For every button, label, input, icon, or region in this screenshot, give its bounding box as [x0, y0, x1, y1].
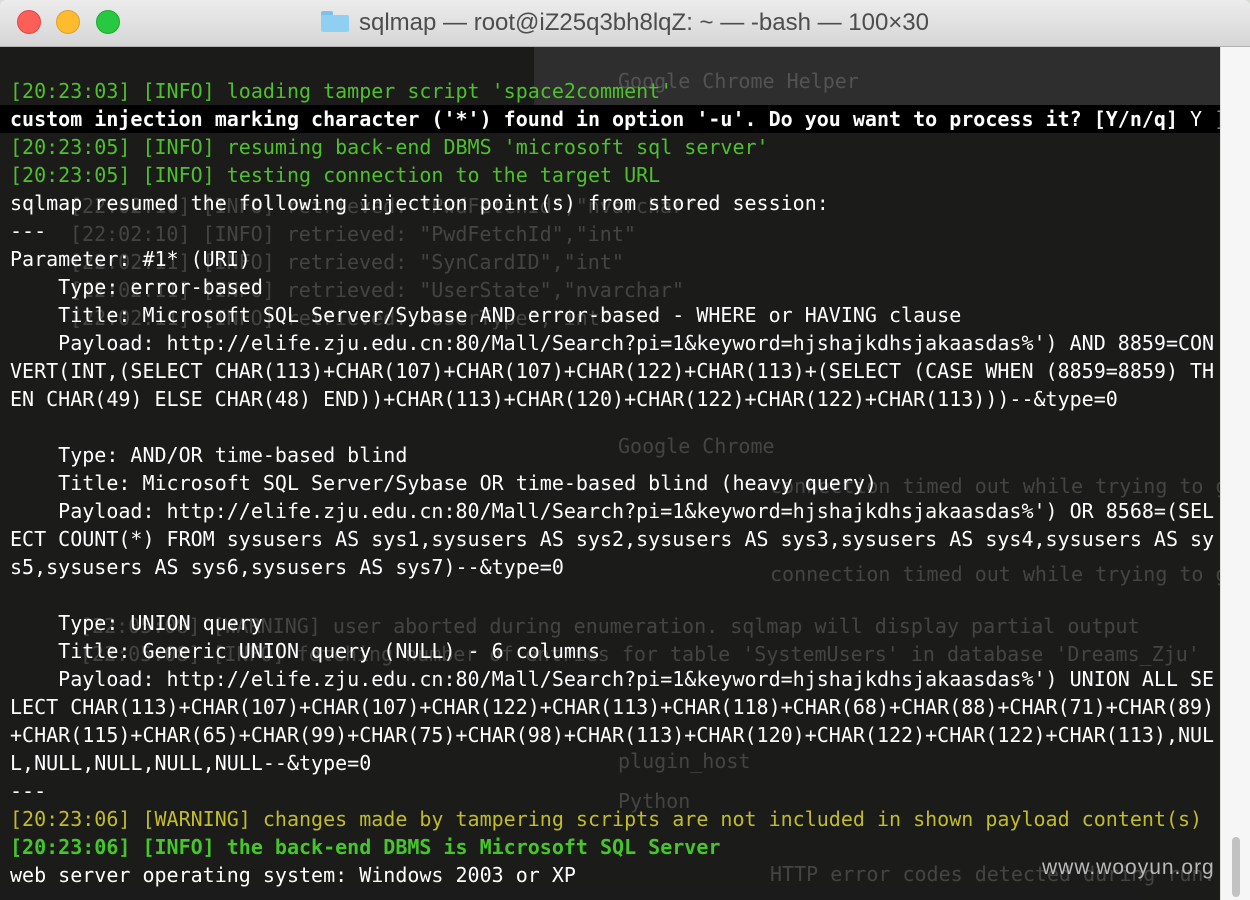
output-line-text: Title: Microsoft SQL Server/Sybase OR ti…: [10, 471, 877, 495]
terminal-window: sqlmap — root@iZ25q3bh8lqZ: ~ — -bash — …: [0, 0, 1250, 900]
output-line-text: [20:23:06] [WARNING] changes made by tam…: [10, 807, 1203, 831]
output-line-text: ECT COUNT(*) FROM sysusers AS sys1,sysus…: [10, 527, 1215, 551]
output-line: +CHAR(115)+CHAR(65)+CHAR(99)+CHAR(75)+CH…: [10, 721, 1220, 749]
output-line: Title: Microsoft SQL Server/Sybase AND e…: [10, 301, 1220, 329]
output-line: Type: UNION query: [10, 609, 1220, 637]
scrollbar-thumb[interactable]: [1232, 837, 1240, 897]
output-line-text: Parameter: #1* (URI): [10, 247, 251, 271]
cursor-bracket-icon: ]: [1202, 107, 1220, 131]
output-line-text: [20:23:05] [INFO] resuming back-end DBMS…: [10, 135, 769, 159]
output-line-text: ---: [10, 219, 47, 243]
output-line-text: s5,sysusers AS sys6,sysusers AS sys7)--&…: [10, 555, 564, 579]
output-line: L,NULL,NULL,NULL,NULL--&type=0: [10, 749, 1220, 777]
output-line: Title: Generic UNION query (NULL) - 6 co…: [10, 637, 1220, 665]
output-line-text: [20:23:03] [INFO] loading tamper script …: [10, 79, 673, 103]
output-line: VERT(INT,(SELECT CHAR(113)+CHAR(107)+CHA…: [10, 357, 1220, 385]
output-line-text: EN CHAR(49) ELSE CHAR(48) END))+CHAR(113…: [10, 387, 1118, 411]
output-line: EN CHAR(49) ELSE CHAR(48) END))+CHAR(113…: [10, 385, 1220, 413]
scrollbar-track[interactable]: [1220, 47, 1250, 900]
output-line-text: Title: Microsoft SQL Server/Sybase AND e…: [10, 303, 962, 327]
output-line-text: web server operating system: Windows 200…: [10, 863, 576, 887]
window-title: sqlmap — root@iZ25q3bh8lqZ: ~ — -bash — …: [0, 9, 1250, 37]
output-line: web server operating system: Windows 200…: [10, 861, 1220, 889]
output-line-text: Type: error-based: [10, 275, 263, 299]
output-line-text: custom injection marking character ('*')…: [10, 107, 1191, 131]
output-line: LECT CHAR(113)+CHAR(107)+CHAR(107)+CHAR(…: [10, 693, 1220, 721]
output-line: ECT COUNT(*) FROM sysusers AS sys1,sysus…: [10, 525, 1220, 553]
output-line-text: Payload: http://elife.zju.edu.cn:80/Mall…: [10, 331, 1215, 355]
output-line-text: Type: UNION query: [10, 611, 263, 635]
output-line: Parameter: #1* (URI): [10, 245, 1220, 273]
output-line: [20:23:03] [INFO] loading tamper script …: [10, 77, 1220, 105]
output-line-text: Payload: http://elife.zju.edu.cn:80/Mall…: [10, 499, 1215, 523]
output-line: Type: AND/OR time-based blind: [10, 441, 1220, 469]
output-line: s5,sysusers AS sys6,sysusers AS sys7)--&…: [10, 553, 1220, 581]
title-bar[interactable]: sqlmap — root@iZ25q3bh8lqZ: ~ — -bash — …: [0, 0, 1250, 47]
output-line-text: ---: [10, 779, 47, 803]
output-line: Type: error-based: [10, 273, 1220, 301]
output-line: Payload: http://elife.zju.edu.cn:80/Mall…: [10, 665, 1220, 693]
terminal-lines: [20:23:03] [INFO] loading tamper script …: [0, 77, 1220, 889]
terminal-output-area[interactable]: [22:02:10] [INFO] retrieved: "PwdFetchId…: [0, 47, 1220, 900]
output-line-text: Type: AND/OR time-based blind: [10, 443, 408, 467]
prompt-answer: Y: [1190, 107, 1203, 131]
output-line: [20:23:05] [INFO] testing connection to …: [10, 161, 1220, 189]
output-line: ---: [10, 217, 1220, 245]
prompt-line: custom injection marking character ('*')…: [0, 105, 1220, 133]
output-line-text: sqlmap resumed the following injection p…: [10, 191, 829, 215]
output-line: ---: [10, 777, 1220, 805]
output-line: Title: Microsoft SQL Server/Sybase OR ti…: [10, 469, 1220, 497]
output-line: Payload: http://elife.zju.edu.cn:80/Mall…: [10, 329, 1220, 357]
output-line-text: VERT(INT,(SELECT CHAR(113)+CHAR(107)+CHA…: [10, 359, 1215, 383]
output-line: Payload: http://elife.zju.edu.cn:80/Mall…: [10, 497, 1220, 525]
output-line: [20:23:05] [INFO] resuming back-end DBMS…: [10, 133, 1220, 161]
output-line-text: +CHAR(115)+CHAR(65)+CHAR(99)+CHAR(75)+CH…: [10, 723, 1215, 747]
watermark: www.wooyun.org: [1042, 856, 1215, 879]
output-line: [20:23:06] [WARNING] changes made by tam…: [10, 805, 1220, 833]
output-line-text: Title: Generic UNION query (NULL) - 6 co…: [10, 639, 601, 663]
output-line-text: [20:23:05] [INFO] testing connection to …: [10, 163, 661, 187]
output-line: sqlmap resumed the following injection p…: [10, 189, 1220, 217]
window-title-text: sqlmap — root@iZ25q3bh8lqZ: ~ — -bash — …: [359, 9, 929, 36]
output-line-text: [20:23:06] [INFO] the back-end DBMS is M…: [10, 835, 721, 859]
output-line: [20:23:06] [INFO] the back-end DBMS is M…: [10, 833, 1220, 861]
output-line-text: Payload: http://elife.zju.edu.cn:80/Mall…: [10, 667, 1215, 691]
folder-icon: [321, 11, 349, 32]
output-line-text: L,NULL,NULL,NULL,NULL--&type=0: [10, 751, 372, 775]
output-line-text: LECT CHAR(113)+CHAR(107)+CHAR(107)+CHAR(…: [10, 695, 1215, 719]
